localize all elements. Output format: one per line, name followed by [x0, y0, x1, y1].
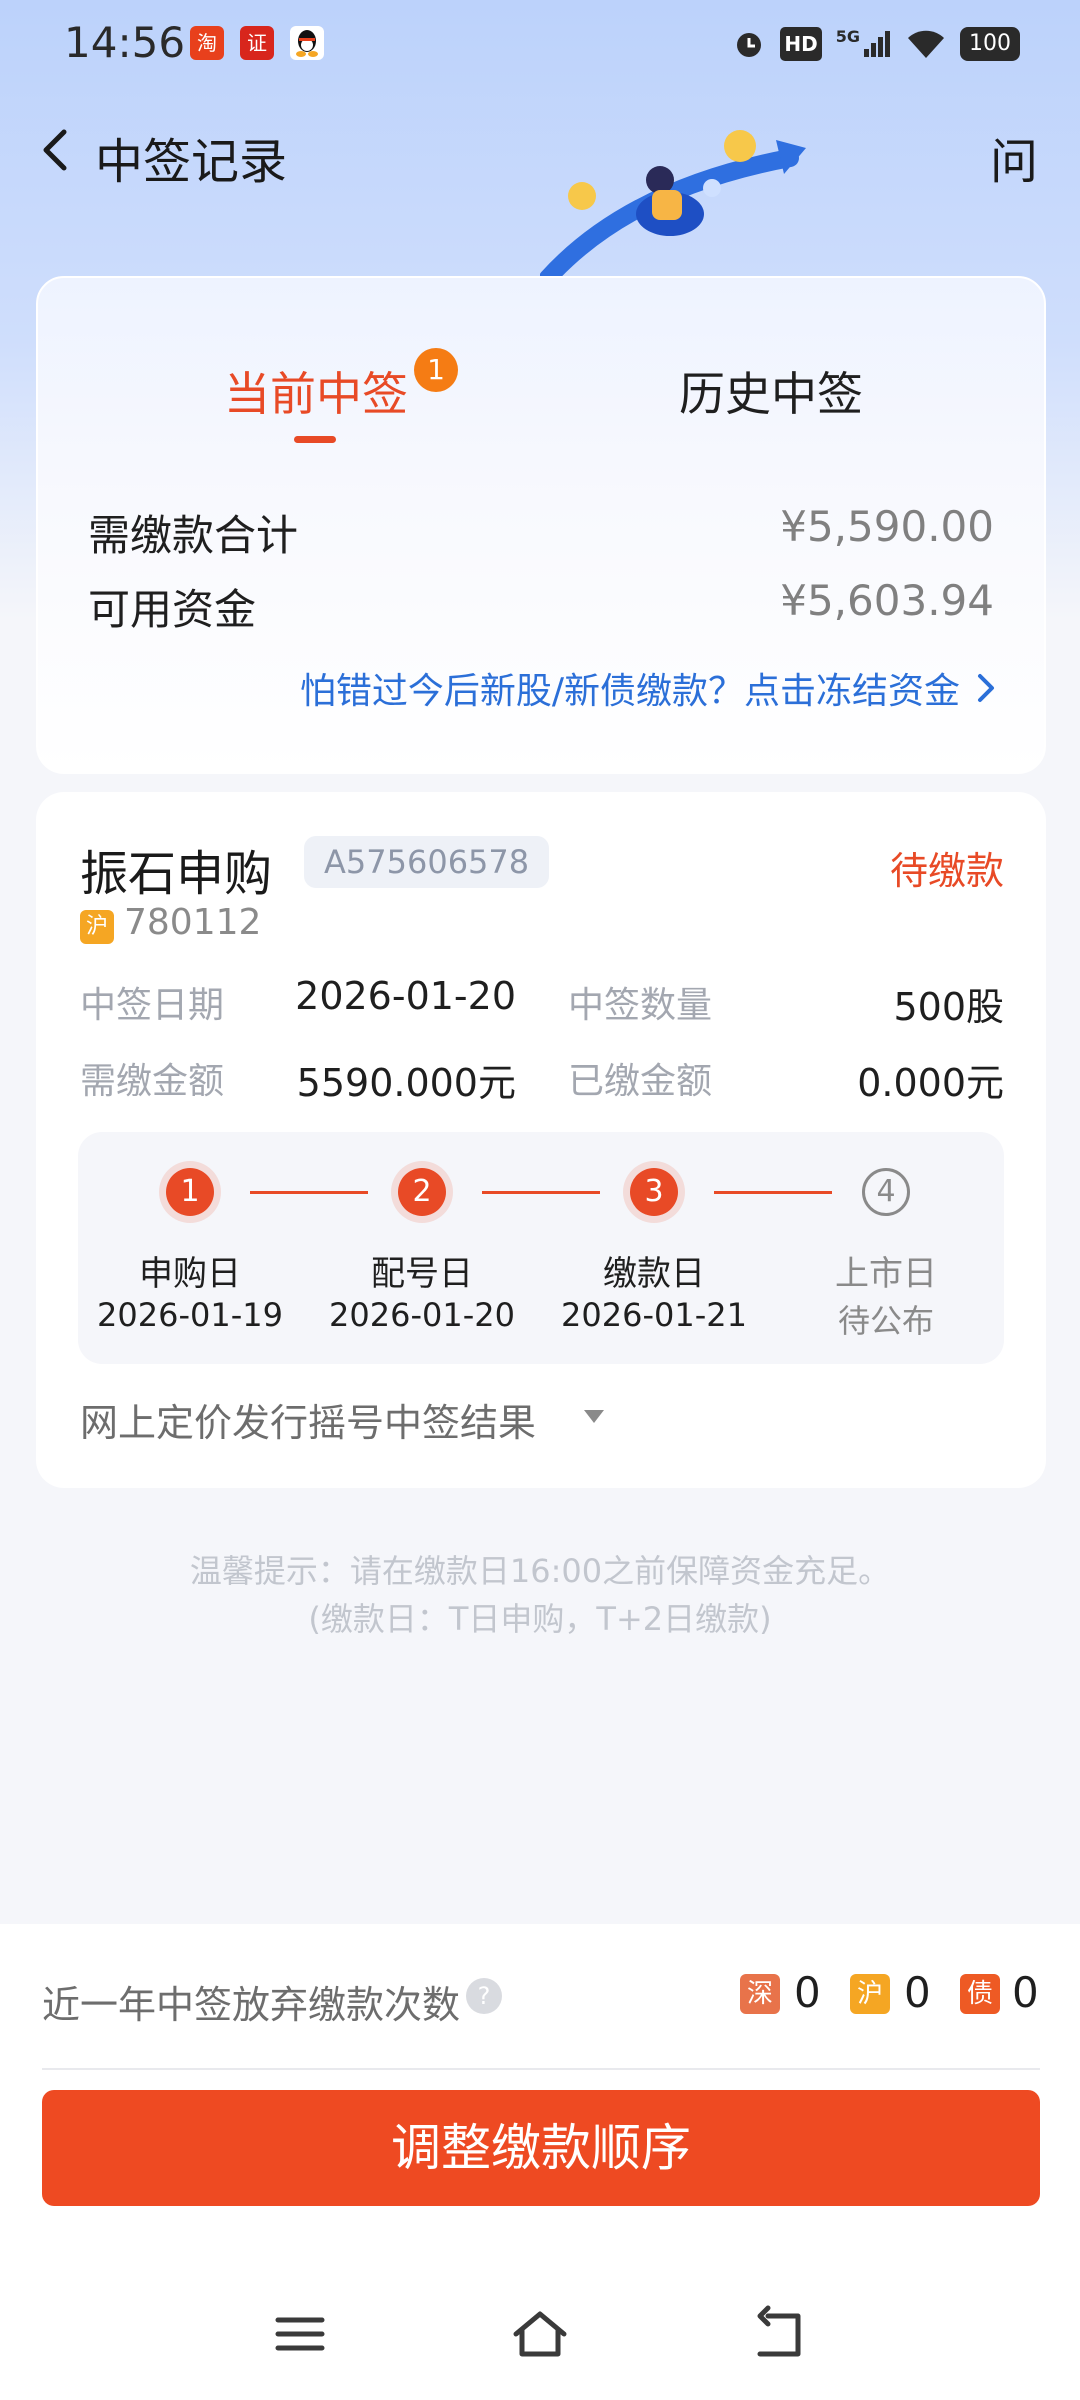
alarm-icon: [732, 27, 766, 61]
step-3-date: 2026-01-21: [561, 1296, 747, 1334]
step-3-dot: 3: [630, 1168, 678, 1216]
caret-down-icon[interactable]: [584, 1410, 604, 1423]
step-2-name: 配号日: [371, 1254, 473, 1294]
market-tag-sh: 沪: [850, 1974, 890, 2014]
stock-code: 780112: [124, 902, 262, 943]
step-1-name: 申购日: [139, 1254, 241, 1294]
amount-due-label: 需缴金额: [80, 1061, 225, 1102]
allot-qty-label: 中签数量: [568, 985, 713, 1026]
securities-app-icon: 证: [240, 26, 274, 60]
header-illustration: [539, 118, 810, 287]
step-connector: [482, 1191, 600, 1194]
abandon-count-label: 近一年中签放弃缴款次数: [42, 1983, 461, 2027]
step-1-date: 2026-01-19: [97, 1296, 283, 1334]
amount-due-value: 5590.000元: [296, 1061, 516, 1105]
wifi-icon: [906, 27, 946, 61]
market-tag-bond: 债: [960, 1974, 1000, 2014]
freeze-funds-link[interactable]: 怕错过今后新股/新债缴款？点击冻结资金: [300, 662, 960, 714]
stock-name: 振石申购: [80, 846, 273, 902]
tip-line-2: (缴款日：T日申购，T+2日缴款): [308, 1600, 772, 1638]
payable-total-label: 需缴款合计: [88, 511, 299, 560]
status-bar: 14:56 淘 证 HD 5G 100: [0, 0, 1080, 90]
summary-card: 当前中签 1 历史中签 需缴款合计 ¥5,590.00 可用资金 ¥5,603.…: [36, 276, 1046, 774]
hd-icon: HD: [780, 27, 822, 61]
signal-icon: 5G: [836, 27, 892, 61]
menu-icon[interactable]: [270, 2304, 330, 2364]
qq-icon: [290, 26, 324, 60]
step-connector: [250, 1191, 368, 1194]
divider: [42, 2068, 1040, 2070]
battery-indicator: 100: [960, 27, 1020, 61]
available-funds-value: ¥5,603.94: [780, 576, 994, 625]
step-2-dot: 2: [398, 1168, 446, 1216]
payable-total-value: ¥5,590.00: [780, 502, 994, 551]
step-4-date: 待公布: [837, 1302, 934, 1340]
step-3-name: 缴款日: [603, 1254, 705, 1294]
abandon-count-sz: 0: [794, 1968, 821, 2017]
page-title: 中签记录: [95, 134, 288, 190]
allot-date-label: 中签日期: [80, 985, 225, 1026]
chevron-right-icon[interactable]: [970, 668, 1000, 708]
available-funds-label: 可用资金: [88, 585, 257, 634]
back-icon[interactable]: [34, 120, 74, 180]
amount-paid-label: 已缴金额: [568, 1061, 713, 1102]
step-1-dot: 1: [166, 1168, 214, 1216]
tip-line-1: 温馨提示：请在缴款日16:00之前保障资金充足。: [189, 1552, 891, 1590]
allot-date-value: 2026-01-20: [295, 974, 516, 1018]
step-4-dot: 4: [862, 1168, 910, 1216]
tab-current-badge: 1: [414, 348, 458, 392]
back-nav-icon[interactable]: [750, 2304, 810, 2364]
step-connector: [714, 1191, 832, 1194]
market-tag-sz: 深: [740, 1974, 780, 2014]
amount-paid-value: 0.000元: [857, 1061, 1004, 1105]
tab-current[interactable]: 当前中签: [224, 358, 408, 424]
order-id-badge: A575606578: [304, 836, 550, 888]
allot-qty-value: 500股: [893, 985, 1004, 1029]
progress-steps: 1 2 3 4 申购日 2026-01-19 配号日 2026-01-20 缴款…: [78, 1132, 1004, 1364]
home-icon[interactable]: [510, 2304, 570, 2364]
bottom-panel: 近一年中签放弃缴款次数 ? 深 0 沪 0 债 0 调整缴款顺序: [0, 1924, 1080, 2400]
step-4-name: 上市日: [835, 1254, 937, 1294]
allotment-detail-card: 振石申购 A575606578 待缴款 沪 780112 中签日期 2026-0…: [36, 792, 1046, 1488]
ask-button[interactable]: 问: [990, 122, 1038, 192]
abandon-count-bond: 0: [1012, 1968, 1039, 2017]
network-type-label: 5G: [835, 27, 860, 46]
abandon-count-sh: 0: [904, 1968, 931, 2017]
tab-active-indicator: [294, 436, 336, 443]
tab-history[interactable]: 历史中签: [679, 358, 863, 424]
taobao-icon: 淘: [190, 26, 224, 60]
status-icons: HD 5G 100: [732, 24, 1020, 64]
status-time: 14:56: [64, 18, 186, 67]
step-2-date: 2026-01-20: [329, 1296, 515, 1334]
pay-status: 待缴款: [889, 849, 1004, 893]
lottery-result-link[interactable]: 网上定价发行摇号中签结果: [80, 1392, 536, 1447]
adjust-payment-order-button[interactable]: 调整缴款顺序: [42, 2090, 1040, 2206]
market-tag: 沪: [80, 910, 114, 944]
help-icon[interactable]: ?: [466, 1978, 502, 2014]
